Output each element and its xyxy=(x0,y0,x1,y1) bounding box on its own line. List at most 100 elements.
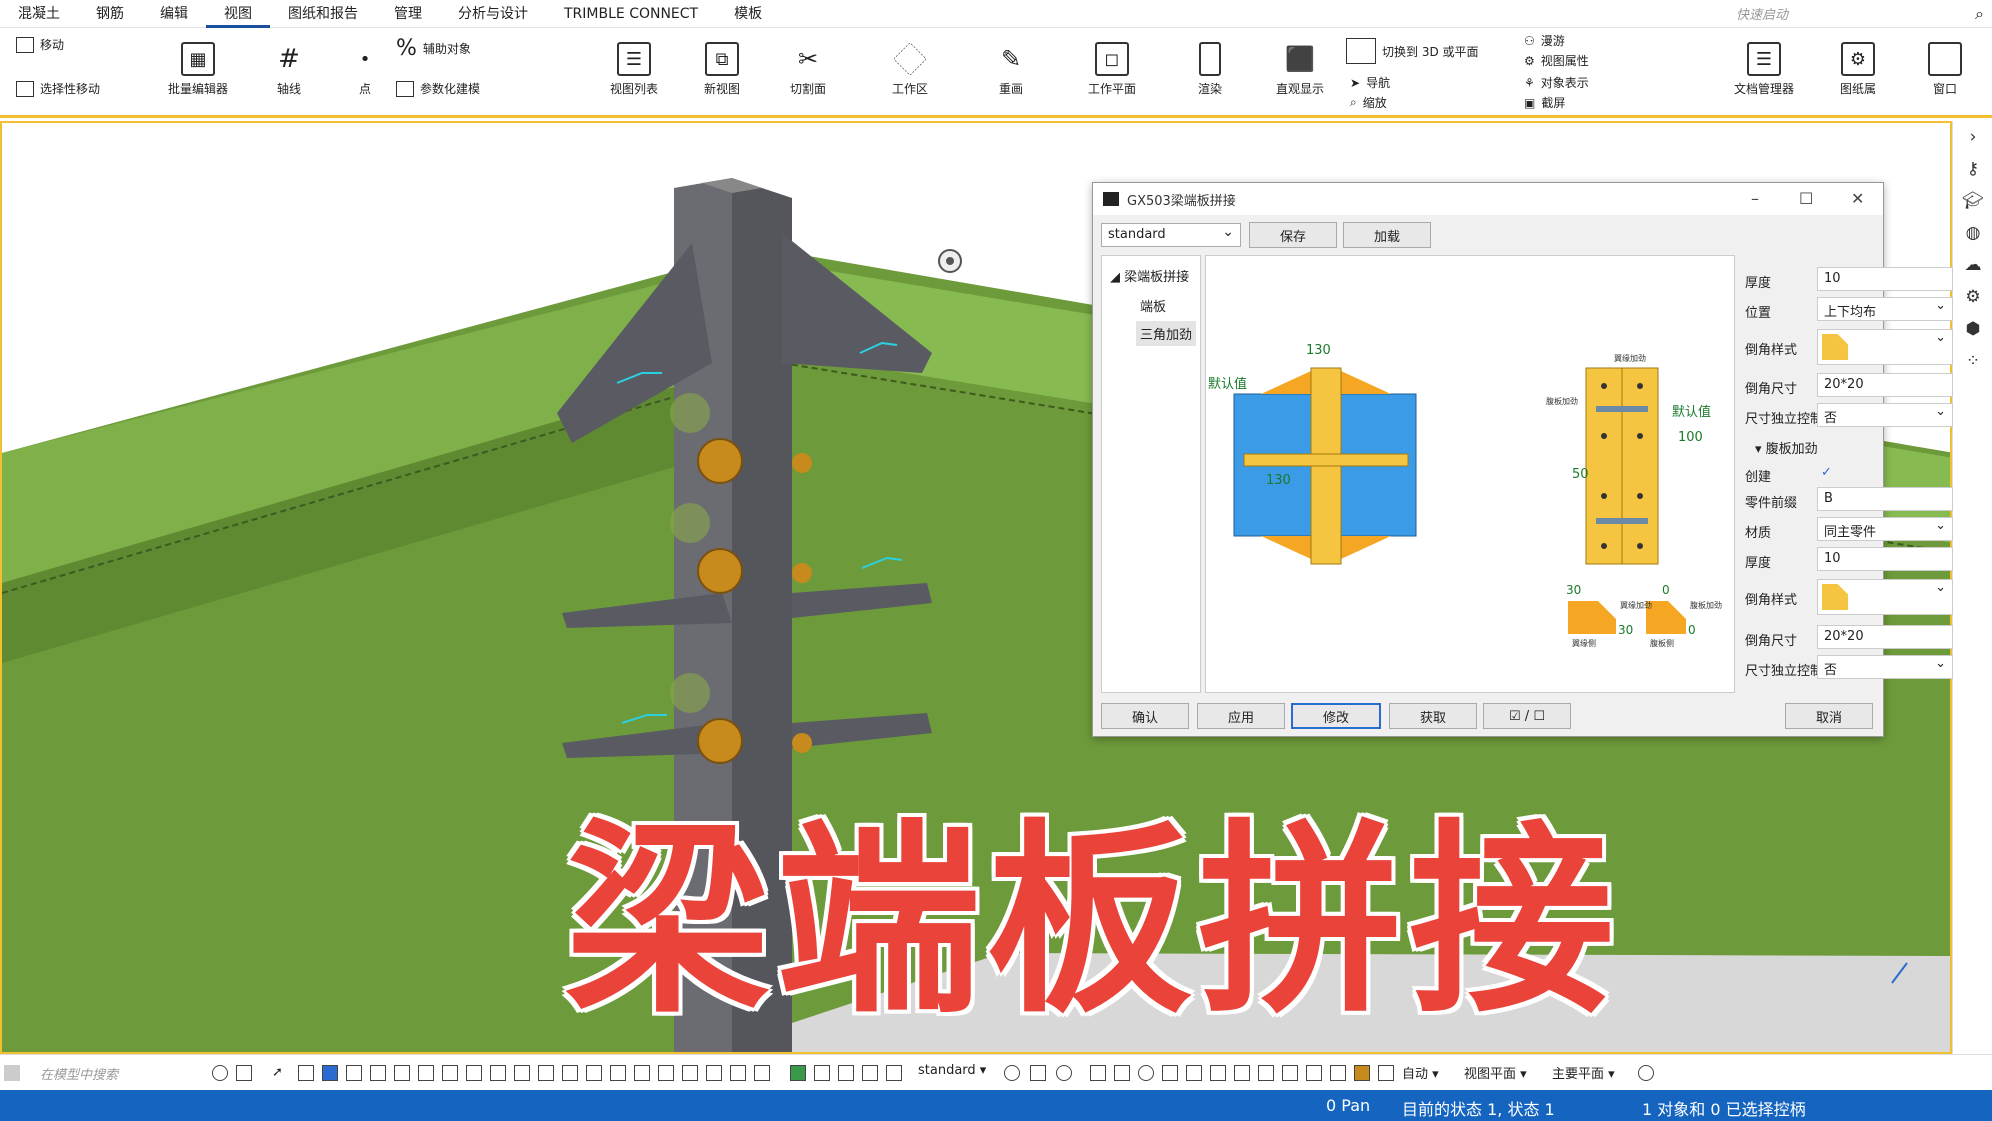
snap-tool-4-icon[interactable] xyxy=(862,1065,878,1081)
view-plane-select[interactable]: 视图平面 ▾ xyxy=(1464,1063,1527,1082)
cut-plane-button[interactable]: ✂ 切割面 xyxy=(790,42,826,97)
close-icon[interactable]: ✕ xyxy=(1851,189,1864,208)
select-pointer-icon[interactable]: ➚ xyxy=(272,1065,288,1081)
screenshot-button[interactable]: ▣ 截屏 xyxy=(1524,94,1565,111)
select-tool-20-icon[interactable] xyxy=(754,1065,770,1081)
snap-1-icon[interactable] xyxy=(1090,1065,1106,1081)
search-icon[interactable] xyxy=(212,1065,228,1081)
expand-panel-icon[interactable]: › xyxy=(1953,121,1992,153)
auto-select[interactable]: 自动 ▾ xyxy=(1402,1063,1439,1082)
select-tool-1-icon[interactable] xyxy=(298,1065,314,1081)
eye-icon[interactable] xyxy=(1638,1065,1654,1081)
snap-5-icon[interactable] xyxy=(1186,1065,1202,1081)
select-tool-19-icon[interactable] xyxy=(730,1065,746,1081)
cancel-button[interactable]: 取消 xyxy=(1785,703,1873,729)
snap-7-icon[interactable] xyxy=(1234,1065,1250,1081)
apply-button[interactable]: 应用 xyxy=(1197,703,1285,729)
chamfer-size2-field[interactable]: 20*20 xyxy=(1817,625,1953,649)
snap-10-icon[interactable] xyxy=(1306,1065,1322,1081)
select-parts-icon[interactable] xyxy=(1030,1065,1046,1081)
select-tool-7-icon[interactable] xyxy=(442,1065,458,1081)
model-search-input[interactable]: 在模型中搜索 xyxy=(34,1062,204,1084)
position-select[interactable]: 上下均布 xyxy=(1817,297,1953,321)
select-tool-3-icon[interactable] xyxy=(346,1065,362,1081)
select-tool-11-icon[interactable] xyxy=(538,1065,554,1081)
select-tool-9-icon[interactable] xyxy=(490,1065,506,1081)
modify-button[interactable]: 修改 xyxy=(1291,703,1381,729)
globe-icon[interactable]: ◍ xyxy=(1953,217,1992,249)
tab-templates[interactable]: 模板 xyxy=(716,0,780,28)
snap-8-icon[interactable] xyxy=(1258,1065,1274,1081)
snap-9-icon[interactable] xyxy=(1282,1065,1298,1081)
get-button[interactable]: 获取 xyxy=(1389,703,1477,729)
search-icon[interactable]: ⌕ xyxy=(1975,4,1984,24)
select-tool-14-icon[interactable] xyxy=(610,1065,626,1081)
ok-button[interactable]: 确认 xyxy=(1101,703,1189,729)
batch-editor-button[interactable]: ▦ 批量编辑器 xyxy=(168,42,228,97)
navigate-button[interactable]: ➤ 导航 xyxy=(1350,74,1390,91)
snap-3-icon[interactable] xyxy=(1138,1065,1154,1081)
tab-trimble-connect[interactable]: TRIMBLE CONNECT xyxy=(546,0,716,28)
switch-3d-button[interactable]: 切换到 3D 或平面 xyxy=(1346,38,1479,64)
snap-13-icon[interactable] xyxy=(1378,1065,1394,1081)
filter-settings-icon[interactable] xyxy=(1004,1065,1020,1081)
select-tool-12-icon[interactable] xyxy=(562,1065,578,1081)
tab-concrete[interactable]: 混凝土 xyxy=(0,0,78,28)
select-tool-6-icon[interactable] xyxy=(418,1065,434,1081)
dialog-titlebar[interactable]: GX503梁端板拼接 xyxy=(1093,183,1883,215)
select-tool-18-icon[interactable] xyxy=(706,1065,722,1081)
window-button[interactable]: 窗口 xyxy=(1928,42,1962,97)
selective-move-button[interactable]: 选择性移动 xyxy=(16,80,100,97)
thickness-field[interactable]: 10 xyxy=(1817,267,1953,291)
thickness2-field[interactable]: 10 xyxy=(1817,547,1953,571)
direct-display-button[interactable]: ⬛ 直观显示 xyxy=(1276,42,1324,97)
snap-4-icon[interactable] xyxy=(1162,1065,1178,1081)
select-tool-10-icon[interactable] xyxy=(514,1065,530,1081)
preset-select[interactable]: standard xyxy=(1101,223,1241,247)
maximize-icon[interactable]: ☐ xyxy=(1799,189,1813,208)
snap-tool-5-icon[interactable] xyxy=(886,1065,902,1081)
helper-object-button[interactable]: % 辅助对象 xyxy=(396,36,471,61)
toggle-all-button[interactable]: ☑ / ☐ xyxy=(1483,703,1571,729)
object-representation-button[interactable]: ⚘ 对象表示 xyxy=(1524,74,1589,91)
select-tool-15-icon[interactable] xyxy=(634,1065,650,1081)
select-tool-16-icon[interactable] xyxy=(658,1065,674,1081)
snap-11-icon[interactable] xyxy=(1330,1065,1346,1081)
indep-control2-select[interactable]: 否 xyxy=(1817,655,1953,679)
snap-tool-1-icon[interactable] xyxy=(790,1065,806,1081)
select-tool-17-icon[interactable] xyxy=(682,1065,698,1081)
tab-manage[interactable]: 管理 xyxy=(376,0,440,28)
chamfer-size-field[interactable]: 20*20 xyxy=(1817,373,1953,397)
prefix-field[interactable]: B xyxy=(1817,487,1953,511)
minimize-icon[interactable]: – xyxy=(1751,189,1759,208)
work-area-button[interactable]: 工作区 xyxy=(892,42,928,97)
select-tool-8-icon[interactable] xyxy=(466,1065,482,1081)
tree-end-plate[interactable]: 端板 xyxy=(1140,296,1166,315)
chamfer-style2-select[interactable] xyxy=(1817,579,1953,615)
load-button[interactable]: 加载 xyxy=(1343,222,1431,248)
grid-button[interactable]: # 轴线 xyxy=(272,42,306,97)
web-section-header[interactable]: ▾ 腹板加劲 xyxy=(1755,438,1818,457)
snap-12-icon[interactable] xyxy=(1354,1065,1370,1081)
select-tool-5-icon[interactable] xyxy=(394,1065,410,1081)
snap-tool-3-icon[interactable] xyxy=(838,1065,854,1081)
search-options-icon[interactable] xyxy=(236,1065,252,1081)
drawing-props-button[interactable]: ⚙ 图纸属 xyxy=(1840,42,1876,97)
redraw-button[interactable]: ✎ 重画 xyxy=(994,42,1028,97)
visibility-icon[interactable] xyxy=(1056,1065,1072,1081)
work-plane-button[interactable]: ◻ 工作平面 xyxy=(1088,42,1136,97)
roam-button[interactable]: ⚇ 漫游 xyxy=(1524,32,1565,49)
tab-drawings-reports[interactable]: 图纸和报告 xyxy=(270,0,376,28)
snap-2-icon[interactable] xyxy=(1114,1065,1130,1081)
tab-view[interactable]: 视图 xyxy=(206,0,270,28)
select-tool-2-icon[interactable] xyxy=(322,1065,338,1081)
parametric-button[interactable]: 参数化建模 xyxy=(396,80,480,97)
filter-select[interactable]: standard ▾ xyxy=(918,1063,986,1078)
chamfer-style-select[interactable] xyxy=(1817,329,1953,365)
indep-control-select[interactable]: 否 xyxy=(1817,403,1953,427)
learning-icon[interactable]: 🎓︎ xyxy=(1953,185,1992,217)
snap-6-icon[interactable] xyxy=(1210,1065,1226,1081)
create-checkbox[interactable]: ✓ xyxy=(1821,465,1832,480)
tab-rebar[interactable]: 钢筋 xyxy=(78,0,142,28)
select-tool-4-icon[interactable] xyxy=(370,1065,386,1081)
